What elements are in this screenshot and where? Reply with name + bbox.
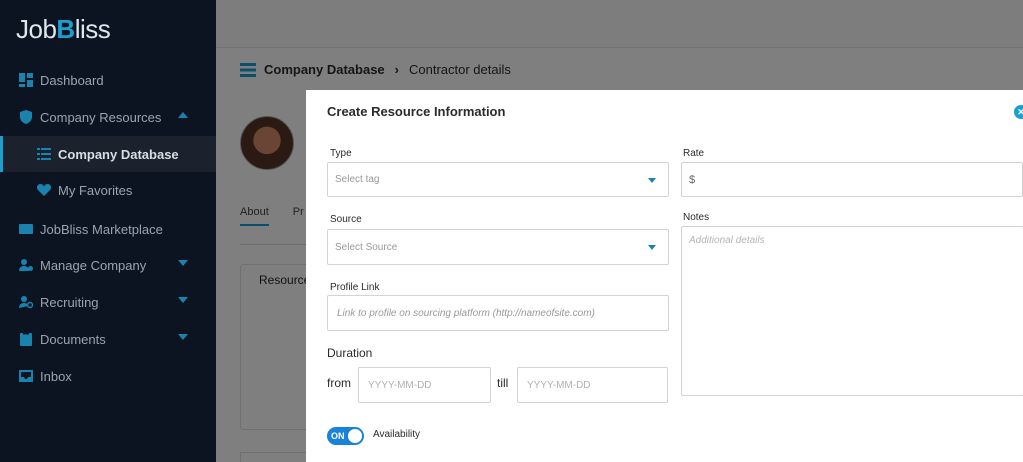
type-placeholder: Select tag	[335, 174, 380, 185]
sidebar-item-recruiting[interactable]: Recruiting	[0, 284, 216, 320]
profile-link-label: Profile Link	[330, 282, 380, 293]
create-resource-modal: Create Resource Information ✕ Type Selec…	[306, 90, 1023, 462]
breadcrumb-current: Contractor details	[409, 62, 511, 77]
dashboard-icon	[18, 72, 34, 88]
from-date-input[interactable]: YYYY-MM-DD	[358, 367, 491, 403]
from-date-placeholder: YYYY-MM-DD	[368, 379, 432, 391]
tab-partial[interactable]: Pr	[293, 206, 304, 226]
till-date-input[interactable]: YYYY-MM-DD	[517, 367, 668, 403]
sidebar-item-documents[interactable]: Documents	[0, 321, 216, 357]
till-label: till	[497, 376, 509, 390]
users-gear-icon	[18, 257, 34, 273]
type-label: Type	[330, 148, 352, 159]
sidebar-item-label: Documents	[40, 331, 106, 347]
sidebar-item-dashboard[interactable]: Dashboard	[0, 62, 216, 98]
sidebar-item-label: Company Resources	[40, 109, 162, 125]
profile-tabs: About Pr	[240, 206, 304, 226]
sidebar-item-manage-company[interactable]: Manage Company	[0, 247, 216, 283]
breadcrumb-parent[interactable]: Company Database	[264, 62, 385, 77]
list-icon	[36, 146, 52, 162]
chevron-down-icon	[178, 334, 188, 340]
chevron-down-icon	[648, 245, 656, 250]
close-icon[interactable]: ✕	[1014, 105, 1023, 119]
chevron-down-icon	[648, 177, 656, 183]
chevron-down-icon	[178, 297, 188, 303]
top-bar	[216, 0, 1023, 48]
notes-textarea[interactable]: Additional details	[681, 226, 1023, 396]
user-search-icon	[18, 294, 34, 310]
modal-title: Create Resource Information	[327, 104, 506, 119]
sidebar-item-label: Dashboard	[40, 72, 104, 88]
source-placeholder: Select Source	[335, 241, 398, 253]
source-label: Source	[330, 214, 362, 225]
sidebar-item-jobbliss-marketplace[interactable]: JobBliss Marketplace	[0, 211, 216, 247]
rate-prefix: $	[689, 173, 696, 186]
chevron-down-icon	[178, 260, 188, 266]
source-select[interactable]: Select Source	[327, 229, 669, 265]
clipboard-icon	[18, 331, 34, 347]
rate-label: Rate	[683, 148, 705, 159]
app-logo[interactable]: JobBliss	[16, 14, 111, 45]
till-date-placeholder: YYYY-MM-DD	[527, 379, 591, 391]
sidebar-item-label: Inbox	[40, 368, 72, 384]
avatar	[240, 116, 294, 170]
notes-placeholder: Additional details	[689, 235, 765, 246]
sidebar-item-inbox[interactable]: Inbox	[0, 358, 216, 394]
duration-label: Duration	[327, 346, 373, 360]
type-select[interactable]: Select tag	[327, 162, 669, 197]
id-card-icon	[18, 221, 34, 237]
availability-label: Availability	[373, 429, 421, 440]
chevron-right-icon: ›	[394, 62, 399, 77]
profile-link-input[interactable]: Link to profile on sourcing platform (ht…	[327, 295, 669, 331]
notes-label: Notes	[683, 212, 710, 223]
sidebar-item-label: Recruiting	[40, 294, 99, 310]
sidebar-item-label: Manage Company	[40, 257, 147, 273]
from-label: from	[327, 376, 351, 390]
tab-about[interactable]: About	[240, 206, 269, 226]
rate-input[interactable]: $	[681, 162, 1023, 197]
shield-check-icon	[18, 109, 34, 125]
inbox-icon	[18, 368, 34, 384]
availability-toggle[interactable]: ON	[327, 427, 364, 445]
chevron-up-icon	[178, 112, 188, 118]
list-icon	[240, 62, 256, 77]
sidebar-item-label: JobBliss Marketplace	[40, 221, 163, 237]
toggle-state-label: ON	[331, 431, 345, 441]
breadcrumb: Company Database › Contractor details	[240, 62, 511, 77]
sidebar-item-label: Company Database	[58, 146, 179, 162]
toggle-knob	[348, 429, 362, 443]
heart-icon	[36, 182, 52, 198]
sidebar-item-company-resources[interactable]: Company Resources	[0, 99, 216, 135]
profile-link-placeholder: Link to profile on sourcing platform (ht…	[337, 307, 595, 319]
sidebar-item-company-database[interactable]: Company Database	[0, 136, 216, 172]
sidebar: JobBliss Dashboard Company Resources Com…	[0, 0, 216, 462]
card-title: Resource	[259, 273, 311, 287]
sidebar-item-label: My Favorites	[58, 182, 133, 198]
sidebar-item-my-favorites[interactable]: My Favorites	[0, 172, 216, 208]
